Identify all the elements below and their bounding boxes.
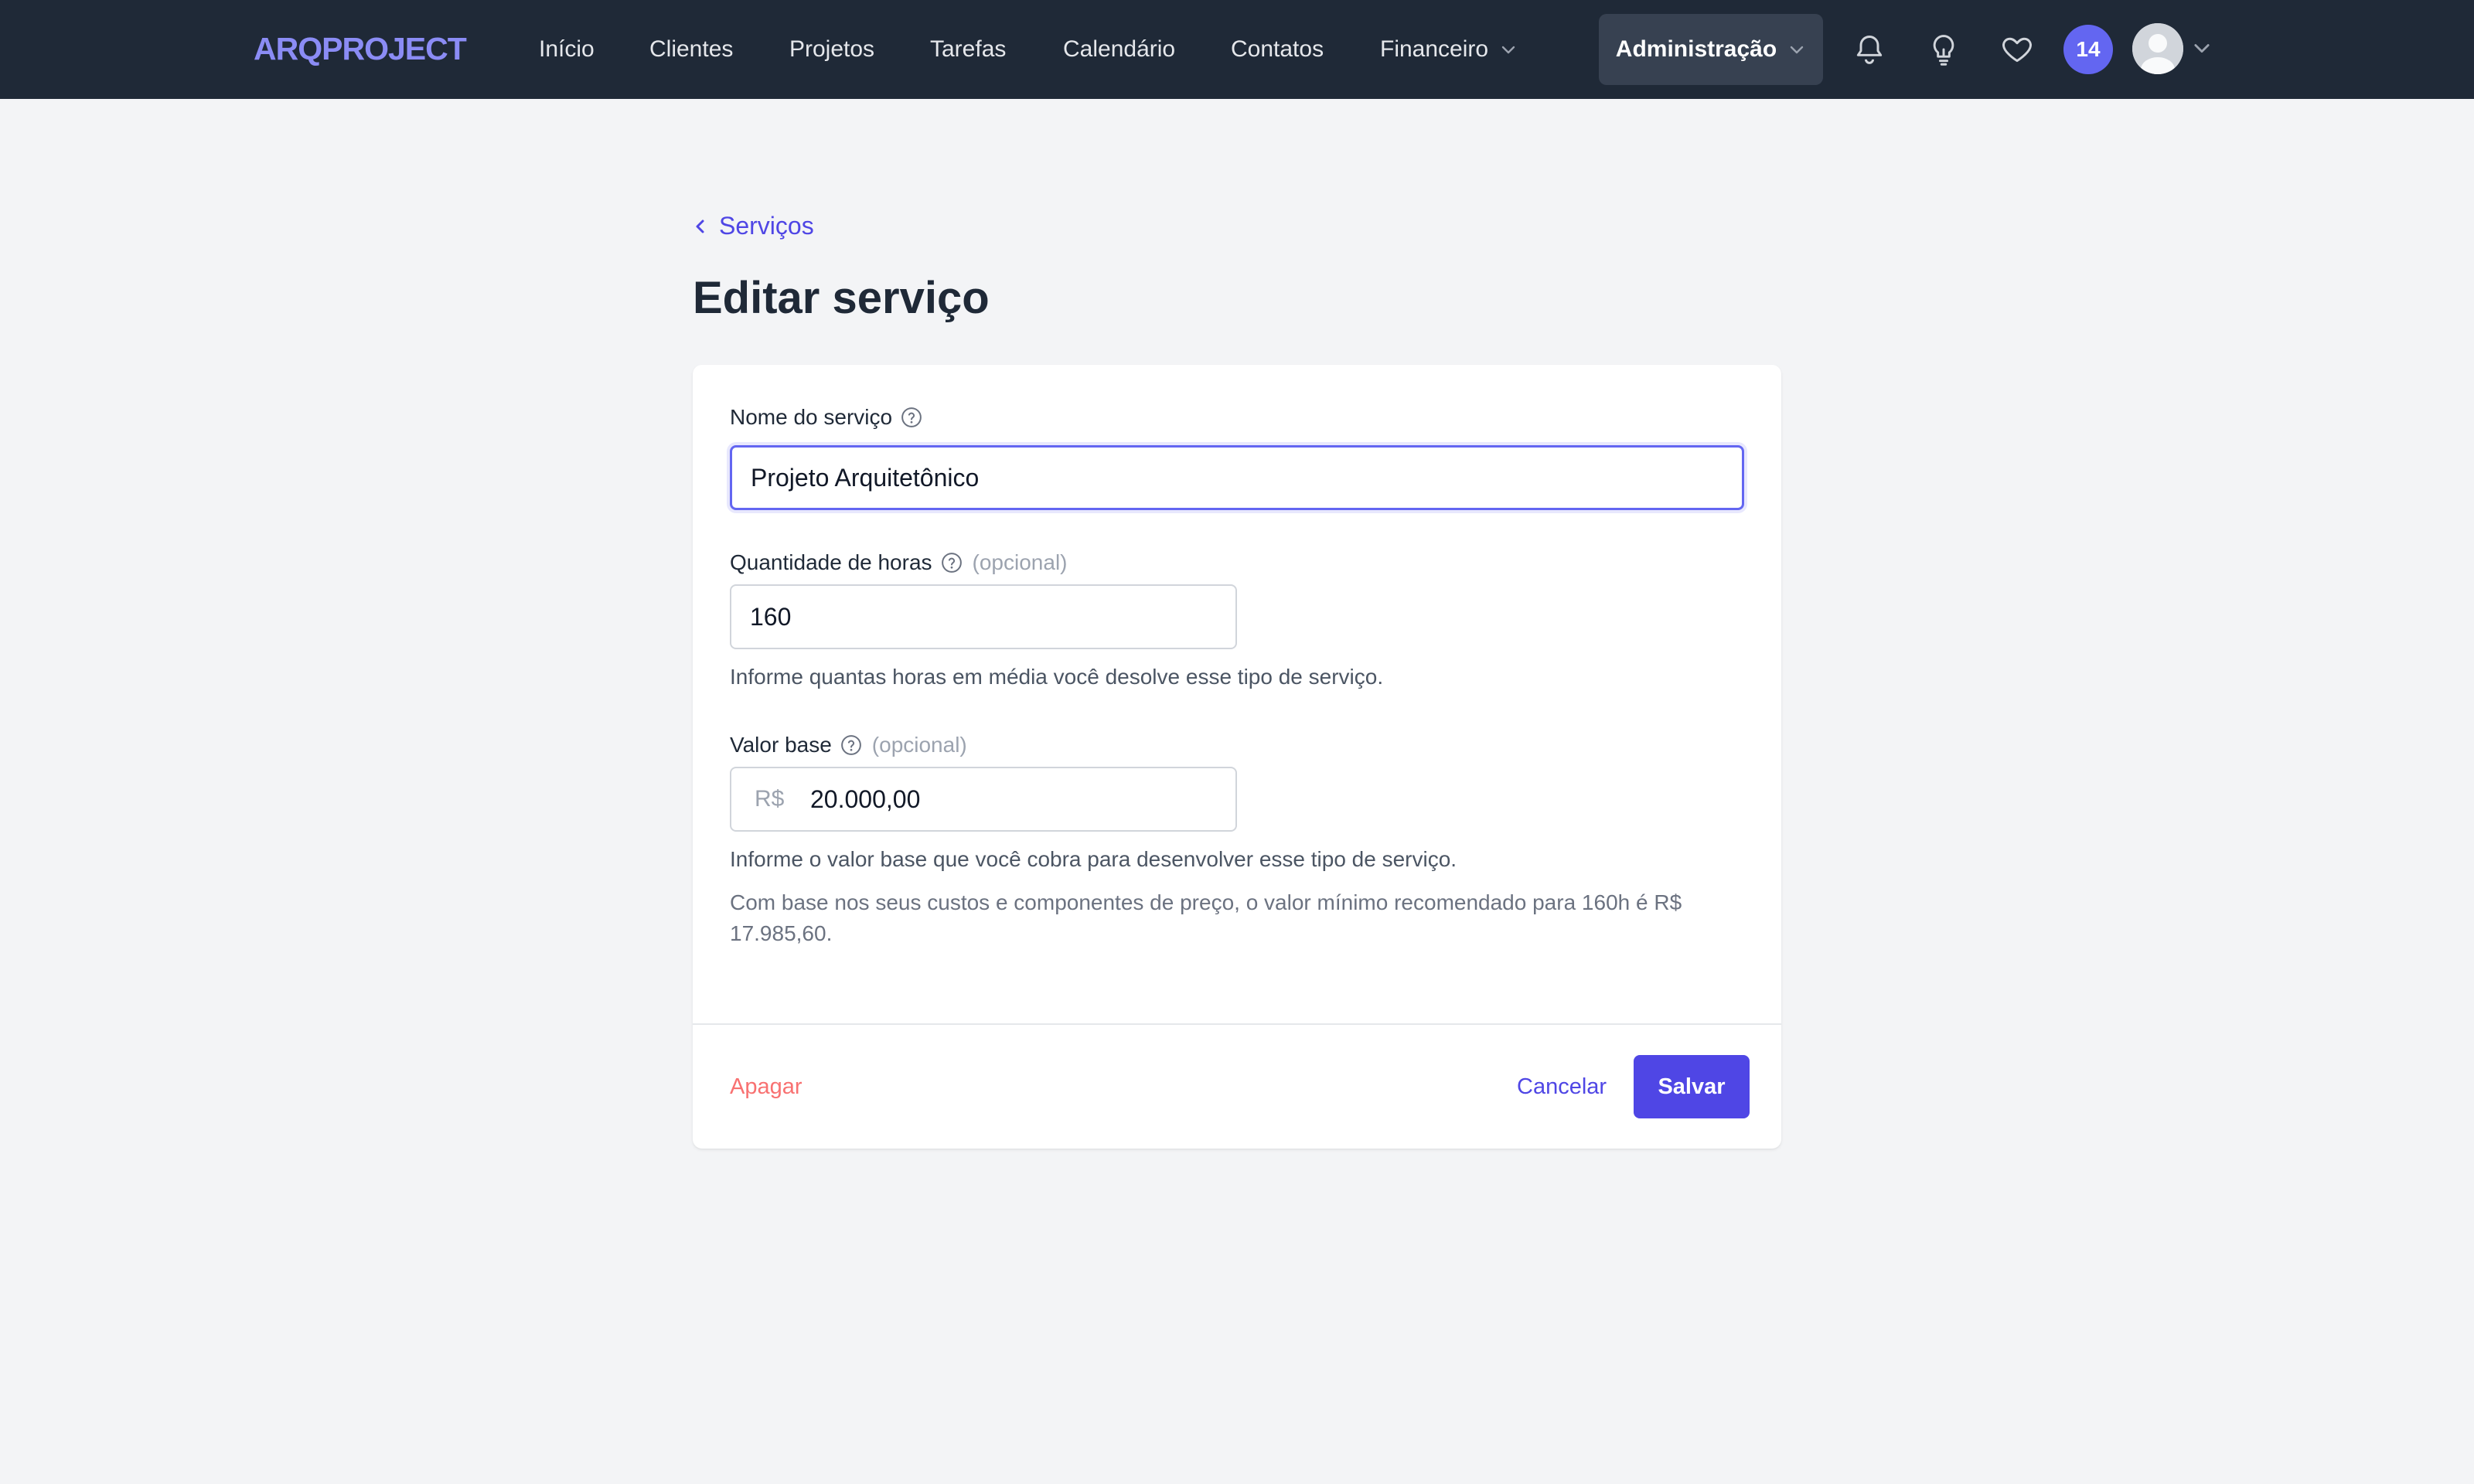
nav-item-label: Tarefas [930, 36, 1007, 62]
page-title: Editar serviço [693, 273, 990, 323]
nav-item-label: Financeiro [1380, 36, 1489, 62]
admin-menu-button[interactable]: Administração [1599, 14, 1823, 85]
arqproject-logo[interactable]: ARQPROJECT [254, 31, 467, 67]
top-navbar: ARQPROJECT Início Clientes Projetos Tare… [0, 0, 2474, 99]
help-circle-icon[interactable] [840, 733, 863, 757]
hours-hint: Informe quantas horas em média você deso… [730, 665, 1384, 689]
heart-icon[interactable] [1999, 31, 2036, 68]
nav-item-financeiro[interactable]: Financeiro [1380, 0, 1518, 99]
card-footer-divider [693, 1023, 1781, 1025]
optional-tag: (opcional) [972, 550, 1068, 574]
breadcrumb-label: Serviços [719, 212, 814, 240]
chevron-left-icon [693, 217, 708, 236]
base-value-hint: Informe o valor base que você cobra para… [730, 847, 1457, 871]
delete-button[interactable]: Apagar [730, 1074, 803, 1100]
recommended-value-note: Com base nos seus custos e componentes d… [730, 890, 1682, 945]
nav-item-clientes[interactable]: Clientes [649, 0, 733, 99]
user-avatar-icon[interactable] [2132, 23, 2183, 74]
base-value-input[interactable] [806, 768, 1235, 830]
hours-label-text: Quantidade de horas [730, 550, 932, 574]
nav-item-label: Clientes [649, 36, 734, 62]
nav-item-label: Contatos [1231, 36, 1324, 62]
notification-count-badge[interactable]: 14 [2063, 25, 2113, 74]
chevron-down-icon[interactable] [2191, 37, 2213, 59]
nav-item-projetos[interactable]: Projetos [789, 0, 874, 99]
service-name-label: Nome do serviço [730, 405, 923, 430]
nav-item-calendario[interactable]: Calendário [1063, 0, 1175, 99]
cancel-button[interactable]: Cancelar [1517, 1074, 1607, 1100]
nav-item-tarefas[interactable]: Tarefas [930, 0, 1006, 99]
admin-menu-label: Administração [1615, 36, 1777, 62]
lightbulb-icon[interactable] [1925, 31, 1962, 68]
nav-item-label: Início [539, 36, 595, 62]
nav-item-inicio[interactable]: Início [539, 0, 595, 99]
help-circle-icon[interactable] [900, 406, 923, 429]
base-value-field: R$ [730, 767, 1237, 832]
breadcrumb-back-link[interactable]: Serviços [693, 212, 814, 240]
service-name-label-text: Nome do serviço [730, 405, 893, 429]
nav-item-label: Projetos [789, 36, 875, 62]
hours-input[interactable] [730, 584, 1237, 649]
bell-icon[interactable] [1851, 31, 1888, 68]
chevron-down-icon [1499, 40, 1518, 59]
base-value-label: Valor base (opcional) [730, 733, 967, 757]
nav-item-contatos[interactable]: Contatos [1231, 0, 1324, 99]
optional-tag: (opcional) [871, 733, 967, 757]
nav-item-label: Calendário [1063, 36, 1176, 62]
save-button[interactable]: Salvar [1634, 1055, 1750, 1118]
help-circle-icon[interactable] [940, 551, 963, 574]
edit-service-form-card: Nome do serviço Quantidade de horas (opc… [693, 365, 1781, 1149]
currency-prefix: R$ [755, 786, 785, 812]
service-name-input[interactable] [730, 445, 1744, 510]
base-value-label-text: Valor base [730, 733, 832, 757]
hours-label: Quantidade de horas (opcional) [730, 550, 1067, 575]
chevron-down-icon [1787, 40, 1806, 59]
